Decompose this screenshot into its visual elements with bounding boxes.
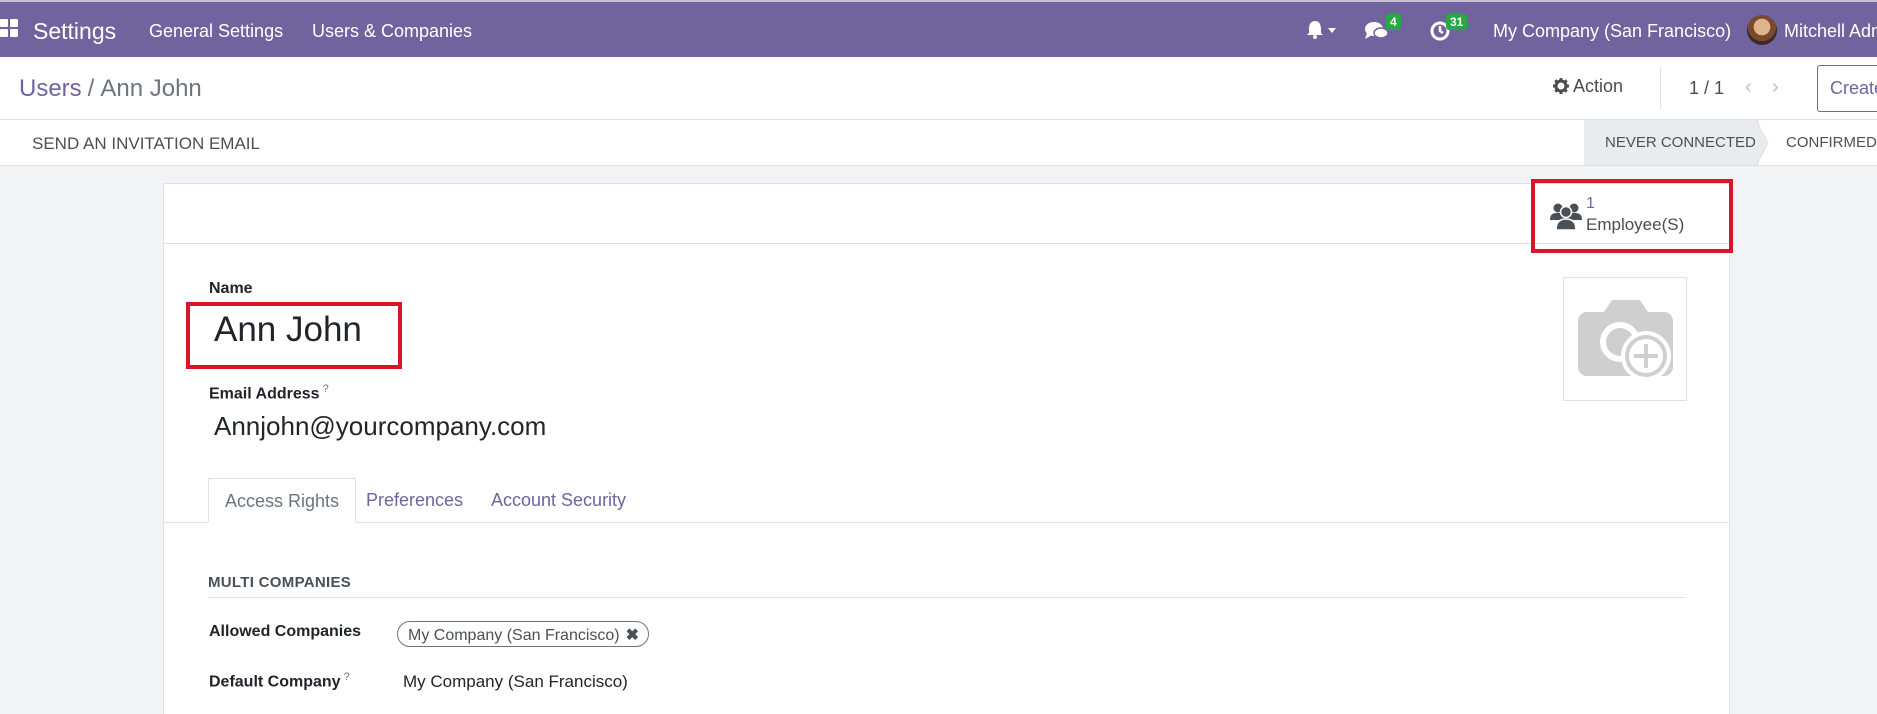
top-navbar: Settings General Settings Users & Compan… bbox=[0, 0, 1877, 57]
action-button[interactable]: Action bbox=[1553, 76, 1623, 97]
menu-users-companies[interactable]: Users & Companies bbox=[312, 21, 472, 42]
email-field[interactable]: Annjohn@yourcompany.com bbox=[214, 411, 546, 442]
default-company-label-text: Default Company bbox=[209, 673, 341, 691]
company-tag[interactable]: My Company (San Francisco) ✖ bbox=[397, 621, 650, 647]
breadcrumb-users-link[interactable]: Users bbox=[19, 75, 82, 102]
highlight-name-field bbox=[186, 302, 402, 369]
divider bbox=[1660, 67, 1661, 110]
breadcrumb-separator: / bbox=[87, 75, 95, 102]
menu-general-settings[interactable]: General Settings bbox=[149, 21, 283, 42]
name-label: Name bbox=[209, 280, 253, 297]
breadcrumb-current: Ann John bbox=[100, 75, 202, 102]
status-bar: SEND AN INVITATION EMAIL NEVER CONNECTED… bbox=[0, 120, 1877, 166]
stage-never-connected[interactable]: NEVER CONNECTED bbox=[1584, 120, 1759, 165]
button-box: 1 Employee(S) bbox=[164, 184, 1729, 244]
company-tag-label: My Company (San Francisco) bbox=[408, 627, 620, 644]
apps-grid-icon[interactable] bbox=[0, 19, 20, 39]
pager-previous-icon[interactable]: ‹ bbox=[1745, 76, 1752, 99]
tab-access-rights[interactable]: Access Rights bbox=[208, 478, 357, 523]
allowed-companies-label: Allowed Companies bbox=[209, 623, 362, 640]
default-company-label: Default Company? bbox=[209, 671, 350, 691]
control-panel: Users/Ann John Action 1 / 1 ‹ › Create bbox=[0, 57, 1877, 120]
tab-preferences[interactable]: Preferences bbox=[366, 478, 463, 523]
section-title: MULTI COMPANIES bbox=[208, 574, 1686, 598]
avatar[interactable] bbox=[1747, 15, 1777, 45]
action-label: Action bbox=[1573, 76, 1624, 96]
user-menu[interactable]: Mitchell Admin bbox=[1784, 21, 1877, 42]
bell-icon[interactable] bbox=[1306, 20, 1338, 40]
avatar-upload[interactable] bbox=[1563, 277, 1687, 401]
gear-icon bbox=[1553, 78, 1569, 94]
stage-confirmed[interactable]: CONFIRMED bbox=[1786, 120, 1877, 165]
remove-tag-icon[interactable]: ✖ bbox=[626, 627, 639, 644]
pager-value[interactable]: 1 / 1 bbox=[1689, 78, 1724, 99]
send-invitation-button[interactable]: SEND AN INVITATION EMAIL bbox=[32, 134, 260, 154]
app-name[interactable]: Settings bbox=[33, 18, 116, 45]
email-label: Email Address? bbox=[209, 383, 329, 403]
form-sheet: 1 Employee(S) Name Ann John Email Addres… bbox=[163, 183, 1730, 714]
notebook-tabs: Access Rights Preferences Account Securi… bbox=[164, 478, 1729, 523]
help-tooltip-icon[interactable]: ? bbox=[323, 383, 329, 395]
default-company-field[interactable]: My Company (San Francisco) bbox=[403, 672, 628, 692]
tab-account-security[interactable]: Account Security bbox=[491, 478, 626, 523]
breadcrumb: Users / Ann John bbox=[19, 75, 202, 103]
highlight-employee-button bbox=[1531, 179, 1733, 253]
email-label-text: Email Address bbox=[209, 385, 320, 403]
camera-plus-icon bbox=[1578, 300, 1673, 381]
activities-badge: 31 bbox=[1446, 14, 1468, 30]
pager-next-icon[interactable]: › bbox=[1772, 76, 1779, 99]
stage-arrow bbox=[1756, 120, 1769, 166]
messages-badge: 4 bbox=[1386, 14, 1401, 30]
create-button[interactable]: Create bbox=[1817, 65, 1877, 112]
company-switcher[interactable]: My Company (San Francisco) bbox=[1493, 21, 1731, 42]
help-tooltip-icon[interactable]: ? bbox=[344, 671, 350, 683]
